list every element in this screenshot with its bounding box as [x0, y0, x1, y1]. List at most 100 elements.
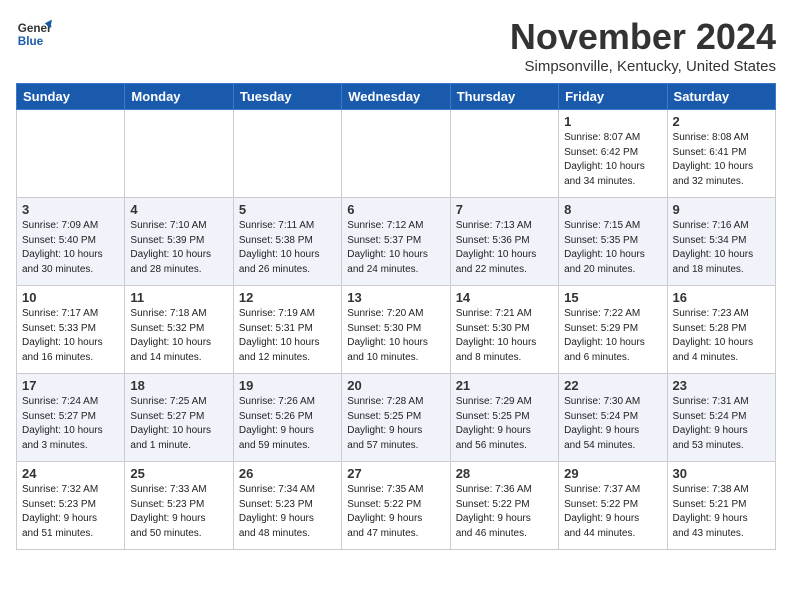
svg-text:Blue: Blue	[18, 35, 44, 48]
title-block: November 2024 Simpsonville, Kentucky, Un…	[510, 16, 776, 75]
day-number: 18	[130, 378, 227, 393]
day-number: 3	[22, 202, 119, 217]
weekday-header-saturday: Saturday	[667, 84, 775, 110]
day-info: Sunrise: 7:36 AM Sunset: 5:22 PM Dayligh…	[456, 483, 553, 541]
day-number: 6	[347, 202, 444, 217]
calendar-cell: 30 Sunrise: 7:38 AM Sunset: 5:21 PM Dayli…	[667, 462, 775, 550]
calendar-week-5: 24 Sunrise: 7:32 AM Sunset: 5:23 PM Dayli…	[17, 462, 776, 550]
day-info: Sunrise: 7:11 AM Sunset: 5:38 PM Dayligh…	[239, 219, 336, 277]
calendar-week-2: 3 Sunrise: 7:09 AM Sunset: 5:40 PM Daylig…	[17, 198, 776, 286]
weekday-header-thursday: Thursday	[450, 84, 558, 110]
calendar-cell: 21 Sunrise: 7:29 AM Sunset: 5:25 PM Dayli…	[450, 374, 558, 462]
page-header: General Blue November 2024 Simpsonville,…	[16, 16, 776, 75]
day-info: Sunrise: 7:35 AM Sunset: 5:22 PM Dayligh…	[347, 483, 444, 541]
day-number: 20	[347, 378, 444, 393]
day-info: Sunrise: 7:12 AM Sunset: 5:37 PM Dayligh…	[347, 219, 444, 277]
calendar-cell: 20 Sunrise: 7:28 AM Sunset: 5:25 PM Dayli…	[342, 374, 450, 462]
day-info: Sunrise: 7:13 AM Sunset: 5:36 PM Dayligh…	[456, 219, 553, 277]
day-info: Sunrise: 7:17 AM Sunset: 5:33 PM Dayligh…	[22, 307, 119, 365]
weekday-header-row: SundayMondayTuesdayWednesdayThursdayFrid…	[17, 84, 776, 110]
calendar-cell: 16 Sunrise: 7:23 AM Sunset: 5:28 PM Dayli…	[667, 286, 775, 374]
day-number: 28	[456, 466, 553, 481]
calendar-cell: 5 Sunrise: 7:11 AM Sunset: 5:38 PM Daylig…	[233, 198, 341, 286]
calendar-cell: 6 Sunrise: 7:12 AM Sunset: 5:37 PM Daylig…	[342, 198, 450, 286]
weekday-header-wednesday: Wednesday	[342, 84, 450, 110]
calendar-cell: 7 Sunrise: 7:13 AM Sunset: 5:36 PM Daylig…	[450, 198, 558, 286]
day-info: Sunrise: 7:15 AM Sunset: 5:35 PM Dayligh…	[564, 219, 661, 277]
calendar-cell: 23 Sunrise: 7:31 AM Sunset: 5:24 PM Dayli…	[667, 374, 775, 462]
calendar-cell: 28 Sunrise: 7:36 AM Sunset: 5:22 PM Dayli…	[450, 462, 558, 550]
day-info: Sunrise: 7:26 AM Sunset: 5:26 PM Dayligh…	[239, 395, 336, 453]
day-info: Sunrise: 7:38 AM Sunset: 5:21 PM Dayligh…	[673, 483, 770, 541]
day-number: 16	[673, 290, 770, 305]
day-number: 21	[456, 378, 553, 393]
calendar-cell: 17Sunrise: 7:24 AM Sunset: 5:27 PM Dayli…	[17, 374, 125, 462]
calendar-cell	[17, 110, 125, 198]
calendar-cell: 13 Sunrise: 7:20 AM Sunset: 5:30 PM Dayli…	[342, 286, 450, 374]
calendar-cell: 11Sunrise: 7:18 AM Sunset: 5:32 PM Dayli…	[125, 286, 233, 374]
day-info: Sunrise: 7:16 AM Sunset: 5:34 PM Dayligh…	[673, 219, 770, 277]
day-number: 23	[673, 378, 770, 393]
month-title: November 2024	[510, 16, 776, 58]
day-number: 29	[564, 466, 661, 481]
calendar-week-3: 10 Sunrise: 7:17 AM Sunset: 5:33 PM Dayli…	[17, 286, 776, 374]
day-info: Sunrise: 7:09 AM Sunset: 5:40 PM Dayligh…	[22, 219, 119, 277]
day-info: Sunrise: 7:31 AM Sunset: 5:24 PM Dayligh…	[673, 395, 770, 453]
calendar-cell: 24 Sunrise: 7:32 AM Sunset: 5:23 PM Dayli…	[17, 462, 125, 550]
calendar-cell: 27 Sunrise: 7:35 AM Sunset: 5:22 PM Dayli…	[342, 462, 450, 550]
day-number: 12	[239, 290, 336, 305]
calendar-week-1: 1 Sunrise: 8:07 AM Sunset: 6:42 PM Daylig…	[17, 110, 776, 198]
calendar-cell: 14Sunrise: 7:21 AM Sunset: 5:30 PM Dayli…	[450, 286, 558, 374]
day-number: 8	[564, 202, 661, 217]
calendar-cell: 10 Sunrise: 7:17 AM Sunset: 5:33 PM Dayli…	[17, 286, 125, 374]
day-number: 5	[239, 202, 336, 217]
weekday-header-monday: Monday	[125, 84, 233, 110]
day-number: 7	[456, 202, 553, 217]
day-number: 4	[130, 202, 227, 217]
day-info: Sunrise: 7:33 AM Sunset: 5:23 PM Dayligh…	[130, 483, 227, 541]
day-number: 1	[564, 114, 661, 129]
calendar-cell: 25Sunrise: 7:33 AM Sunset: 5:23 PM Dayli…	[125, 462, 233, 550]
calendar-cell: 18 Sunrise: 7:25 AM Sunset: 5:27 PM Dayli…	[125, 374, 233, 462]
weekday-header-friday: Friday	[559, 84, 667, 110]
day-info: Sunrise: 7:25 AM Sunset: 5:27 PM Dayligh…	[130, 395, 227, 453]
day-number: 2	[673, 114, 770, 129]
calendar-cell: 12 Sunrise: 7:19 AM Sunset: 5:31 PM Dayli…	[233, 286, 341, 374]
day-info: Sunrise: 7:23 AM Sunset: 5:28 PM Dayligh…	[673, 307, 770, 365]
day-number: 24	[22, 466, 119, 481]
calendar-cell: 3 Sunrise: 7:09 AM Sunset: 5:40 PM Daylig…	[17, 198, 125, 286]
calendar-cell: 4 Sunrise: 7:10 AM Sunset: 5:39 PM Daylig…	[125, 198, 233, 286]
day-number: 10	[22, 290, 119, 305]
day-info: Sunrise: 7:22 AM Sunset: 5:29 PM Dayligh…	[564, 307, 661, 365]
day-info: Sunrise: 8:07 AM Sunset: 6:42 PM Dayligh…	[564, 131, 661, 189]
day-info: Sunrise: 7:28 AM Sunset: 5:25 PM Dayligh…	[347, 395, 444, 453]
calendar-cell: 29 Sunrise: 7:37 AM Sunset: 5:22 PM Dayli…	[559, 462, 667, 550]
day-info: Sunrise: 7:10 AM Sunset: 5:39 PM Dayligh…	[130, 219, 227, 277]
day-number: 22	[564, 378, 661, 393]
logo: General Blue	[16, 16, 52, 52]
logo-icon: General Blue	[16, 16, 52, 52]
calendar-cell	[450, 110, 558, 198]
day-number: 30	[673, 466, 770, 481]
day-number: 15	[564, 290, 661, 305]
calendar-cell: 9 Sunrise: 7:16 AM Sunset: 5:34 PM Daylig…	[667, 198, 775, 286]
calendar-cell: 15 Sunrise: 7:22 AM Sunset: 5:29 PM Dayli…	[559, 286, 667, 374]
day-number: 13	[347, 290, 444, 305]
day-number: 27	[347, 466, 444, 481]
day-info: Sunrise: 7:18 AM Sunset: 5:32 PM Dayligh…	[130, 307, 227, 365]
calendar-week-4: 17Sunrise: 7:24 AM Sunset: 5:27 PM Dayli…	[17, 374, 776, 462]
day-number: 9	[673, 202, 770, 217]
day-info: Sunrise: 7:19 AM Sunset: 5:31 PM Dayligh…	[239, 307, 336, 365]
calendar-cell	[125, 110, 233, 198]
day-info: Sunrise: 7:29 AM Sunset: 5:25 PM Dayligh…	[456, 395, 553, 453]
day-info: Sunrise: 7:34 AM Sunset: 5:23 PM Dayligh…	[239, 483, 336, 541]
day-info: Sunrise: 7:30 AM Sunset: 5:24 PM Dayligh…	[564, 395, 661, 453]
day-info: Sunrise: 7:37 AM Sunset: 5:22 PM Dayligh…	[564, 483, 661, 541]
day-number: 17	[22, 378, 119, 393]
day-info: Sunrise: 8:08 AM Sunset: 6:41 PM Dayligh…	[673, 131, 770, 189]
calendar-table: SundayMondayTuesdayWednesdayThursdayFrid…	[16, 83, 776, 550]
day-info: Sunrise: 7:20 AM Sunset: 5:30 PM Dayligh…	[347, 307, 444, 365]
day-info: Sunrise: 7:32 AM Sunset: 5:23 PM Dayligh…	[22, 483, 119, 541]
calendar-cell: 22 Sunrise: 7:30 AM Sunset: 5:24 PM Dayli…	[559, 374, 667, 462]
day-number: 19	[239, 378, 336, 393]
